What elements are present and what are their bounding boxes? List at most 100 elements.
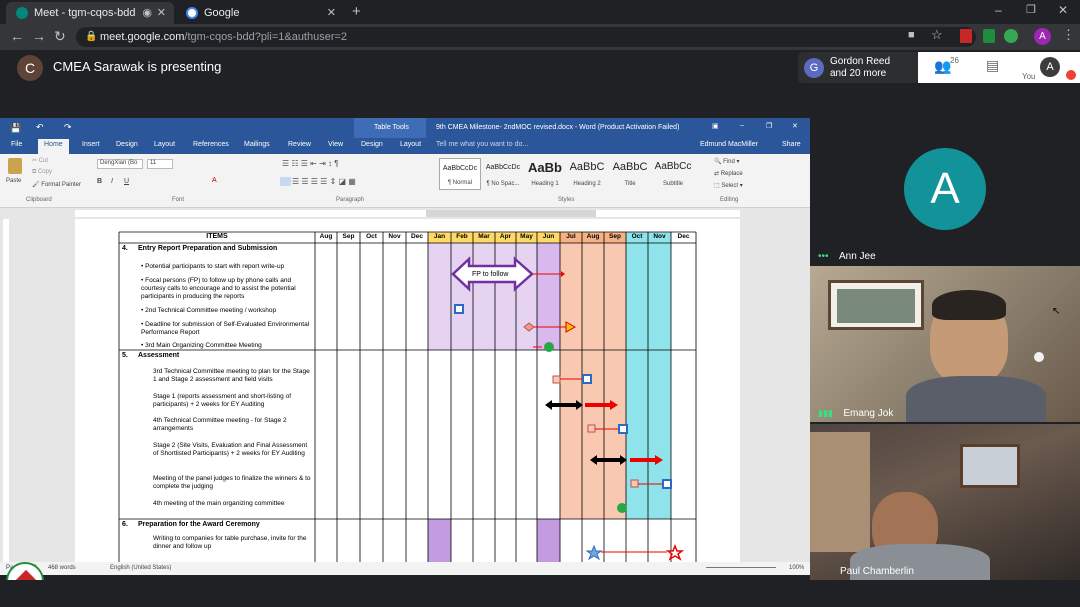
tab-table-layout: Layout: [400, 141, 422, 148]
wall-picture: [828, 280, 924, 330]
tab-home: Home: [38, 139, 69, 154]
month-header: Aug: [319, 233, 333, 240]
vertical-ruler: [0, 219, 12, 562]
share-button: Share: [782, 141, 801, 148]
task-item: 3rd Technical Committee meeting to plan …: [153, 368, 310, 383]
select-label: Select: [721, 183, 739, 189]
chat-icon[interactable]: ▤: [986, 57, 999, 74]
tab-table-design: Design: [361, 141, 383, 148]
style-heading1: AaBb Heading 1: [528, 160, 562, 187]
reload-icon[interactable]: ↻: [54, 28, 66, 45]
font-name-box: DengXian (Bo: [97, 159, 143, 169]
bookshelf: [810, 432, 870, 552]
task-item: • Focal persons (FP) to follow up by pho…: [141, 277, 296, 300]
style-title: AaBbC Title: [612, 161, 648, 187]
table-tools-label: Table Tools: [374, 124, 409, 131]
bookmark-star-icon[interactable]: ☆: [931, 27, 943, 43]
language-indicator: English (United States): [110, 565, 172, 571]
font-color-icon: A: [212, 177, 217, 184]
underline-icon: U: [124, 178, 130, 185]
pdf-extension-icon[interactable]: [960, 29, 972, 43]
forward-icon[interactable]: →: [32, 28, 46, 44]
style-no-spacing: AaBbCcDc ¶ No Spac...: [485, 164, 521, 187]
clipboard-group-label: Clipboard: [26, 197, 52, 203]
task-item: Meeting of the panel judges to finalize …: [153, 475, 311, 490]
menu-icon[interactable]: ⋮: [1062, 27, 1075, 43]
style-heading2: AaBbC Heading 2: [569, 161, 605, 187]
meet-favicon: [16, 7, 28, 19]
document-page: ITEMS Aug Sep Oct Nov Dec Jan Feb Mar Apr May Jun J…: [75, 219, 740, 562]
paste-label: Paste: [6, 178, 22, 184]
tab-title: Meet - tgm-cqos-bdd: [34, 7, 136, 19]
profile-avatar[interactable]: A: [1034, 28, 1051, 45]
task-item: 4th meeting of the main organizing commi…: [153, 500, 285, 507]
section-4-number: 4.: [122, 245, 128, 252]
ribbon-display-icon: ▣: [712, 123, 719, 130]
styles-group-label: Styles: [558, 197, 575, 203]
shared-screen-word: 💾 ↶ ↷ Table Tools 9th CMEA Milestone- 2n…: [0, 118, 810, 575]
close-tab-icon[interactable]: ✕: [157, 6, 166, 19]
cursor-icon: ↖: [1052, 306, 1061, 317]
tab-review: Review: [288, 141, 311, 148]
restore-icon[interactable]: ❐: [1026, 3, 1036, 16]
minimize-icon[interactable]: –: [995, 3, 1002, 17]
audio-indicator-icon: •••: [818, 251, 829, 262]
fp-follow-label: FP to follow: [472, 271, 509, 278]
meet-actions: 👥 26 ▤ You A: [918, 52, 1080, 83]
tell-me-box: Tell me what you want to do...: [436, 141, 529, 148]
word-titlebar: 💾 ↶ ↷ Table Tools 9th CMEA Milestone- 2n…: [0, 118, 810, 138]
items-header: ITEMS: [206, 233, 228, 240]
google-favicon: [186, 7, 198, 19]
participant-name: Emang Jok: [843, 408, 894, 419]
redo-icon: ↷: [64, 122, 72, 132]
close-window-icon[interactable]: ✕: [1058, 3, 1068, 17]
back-icon[interactable]: ←: [10, 28, 24, 44]
word-count: 468 words: [48, 565, 76, 571]
you-avatar[interactable]: A: [1040, 57, 1060, 77]
shield-extension-icon[interactable]: [983, 29, 995, 43]
word-user: Edmund MacMiller: [700, 141, 758, 148]
task-item: • Potential participants to start with r…: [141, 263, 285, 270]
new-tab-button[interactable]: +: [352, 3, 361, 20]
task-item: • Deadline for submission of Self-Evalua…: [141, 321, 310, 336]
you-label: You: [1022, 72, 1036, 81]
month-header: Aug: [586, 233, 600, 240]
meet-bottom-bar: [0, 580, 1080, 607]
paste-icon: [8, 158, 22, 174]
align-left-icon: [280, 177, 291, 186]
section-5-number: 5.: [122, 352, 128, 359]
month-header: Oct: [631, 233, 643, 240]
month-header: Nov: [653, 233, 666, 240]
paragraph-group-label: Paragraph: [336, 197, 365, 203]
tab-references: References: [193, 141, 229, 148]
address-bar[interactable]: 🔒 meet.google.com/tgm-cqos-bdd?pli=1&aut…: [76, 27, 976, 47]
participant-name: Ann Jee: [838, 251, 876, 262]
month-header: Jul: [566, 233, 576, 240]
participant-avatar: G: [804, 58, 824, 78]
grammarly-extension-icon[interactable]: [1004, 29, 1018, 43]
word-restore-icon: ❐: [766, 123, 773, 130]
tab-insert: Insert: [82, 141, 100, 148]
tab-google[interactable]: Google ✕: [176, 2, 344, 24]
tab-meet[interactable]: Meet - tgm-cqos-bdd ◉ ✕: [6, 2, 174, 24]
section-6-title: Preparation for the Award Ceremony: [138, 521, 260, 528]
cut-label: Cut: [38, 158, 49, 164]
people-icon[interactable]: 👥: [934, 58, 951, 75]
participants-card[interactable]: G Gordon Reed and 20 more: [798, 52, 918, 83]
font-size-box: 11: [147, 159, 173, 169]
task-item: • 3rd Main Organizing Committee Meeting: [141, 342, 262, 349]
camera-icon[interactable]: ■: [908, 29, 915, 41]
url-path: /tgm-cqos-bdd?pli=1&authuser=2: [184, 31, 348, 43]
close-tab-icon[interactable]: ✕: [327, 6, 336, 19]
bullets-icon: ☰ ☷ ☰ ⇤ ⇥ ↕ ¶: [282, 159, 339, 168]
browser-toolbar: ← → ↻ 🔒 meet.google.com/tgm-cqos-bdd?pli…: [0, 24, 1080, 50]
tab-title: Google: [204, 7, 240, 19]
word-ribbon: Paste ✂ Cut ⧉ Copy 🖌 Format Painter Clip…: [0, 154, 810, 208]
audio-icon: ◉: [142, 7, 152, 19]
lock-icon: 🔒: [85, 31, 98, 42]
undo-icon: ↶: [36, 122, 44, 132]
style-subtitle: AaBbCc Subtitle: [654, 161, 692, 187]
tab-mailings: Mailings: [244, 141, 270, 148]
month-header: Feb: [456, 233, 468, 240]
task-item: • 2nd Technical Committee meeting / work…: [141, 307, 277, 314]
